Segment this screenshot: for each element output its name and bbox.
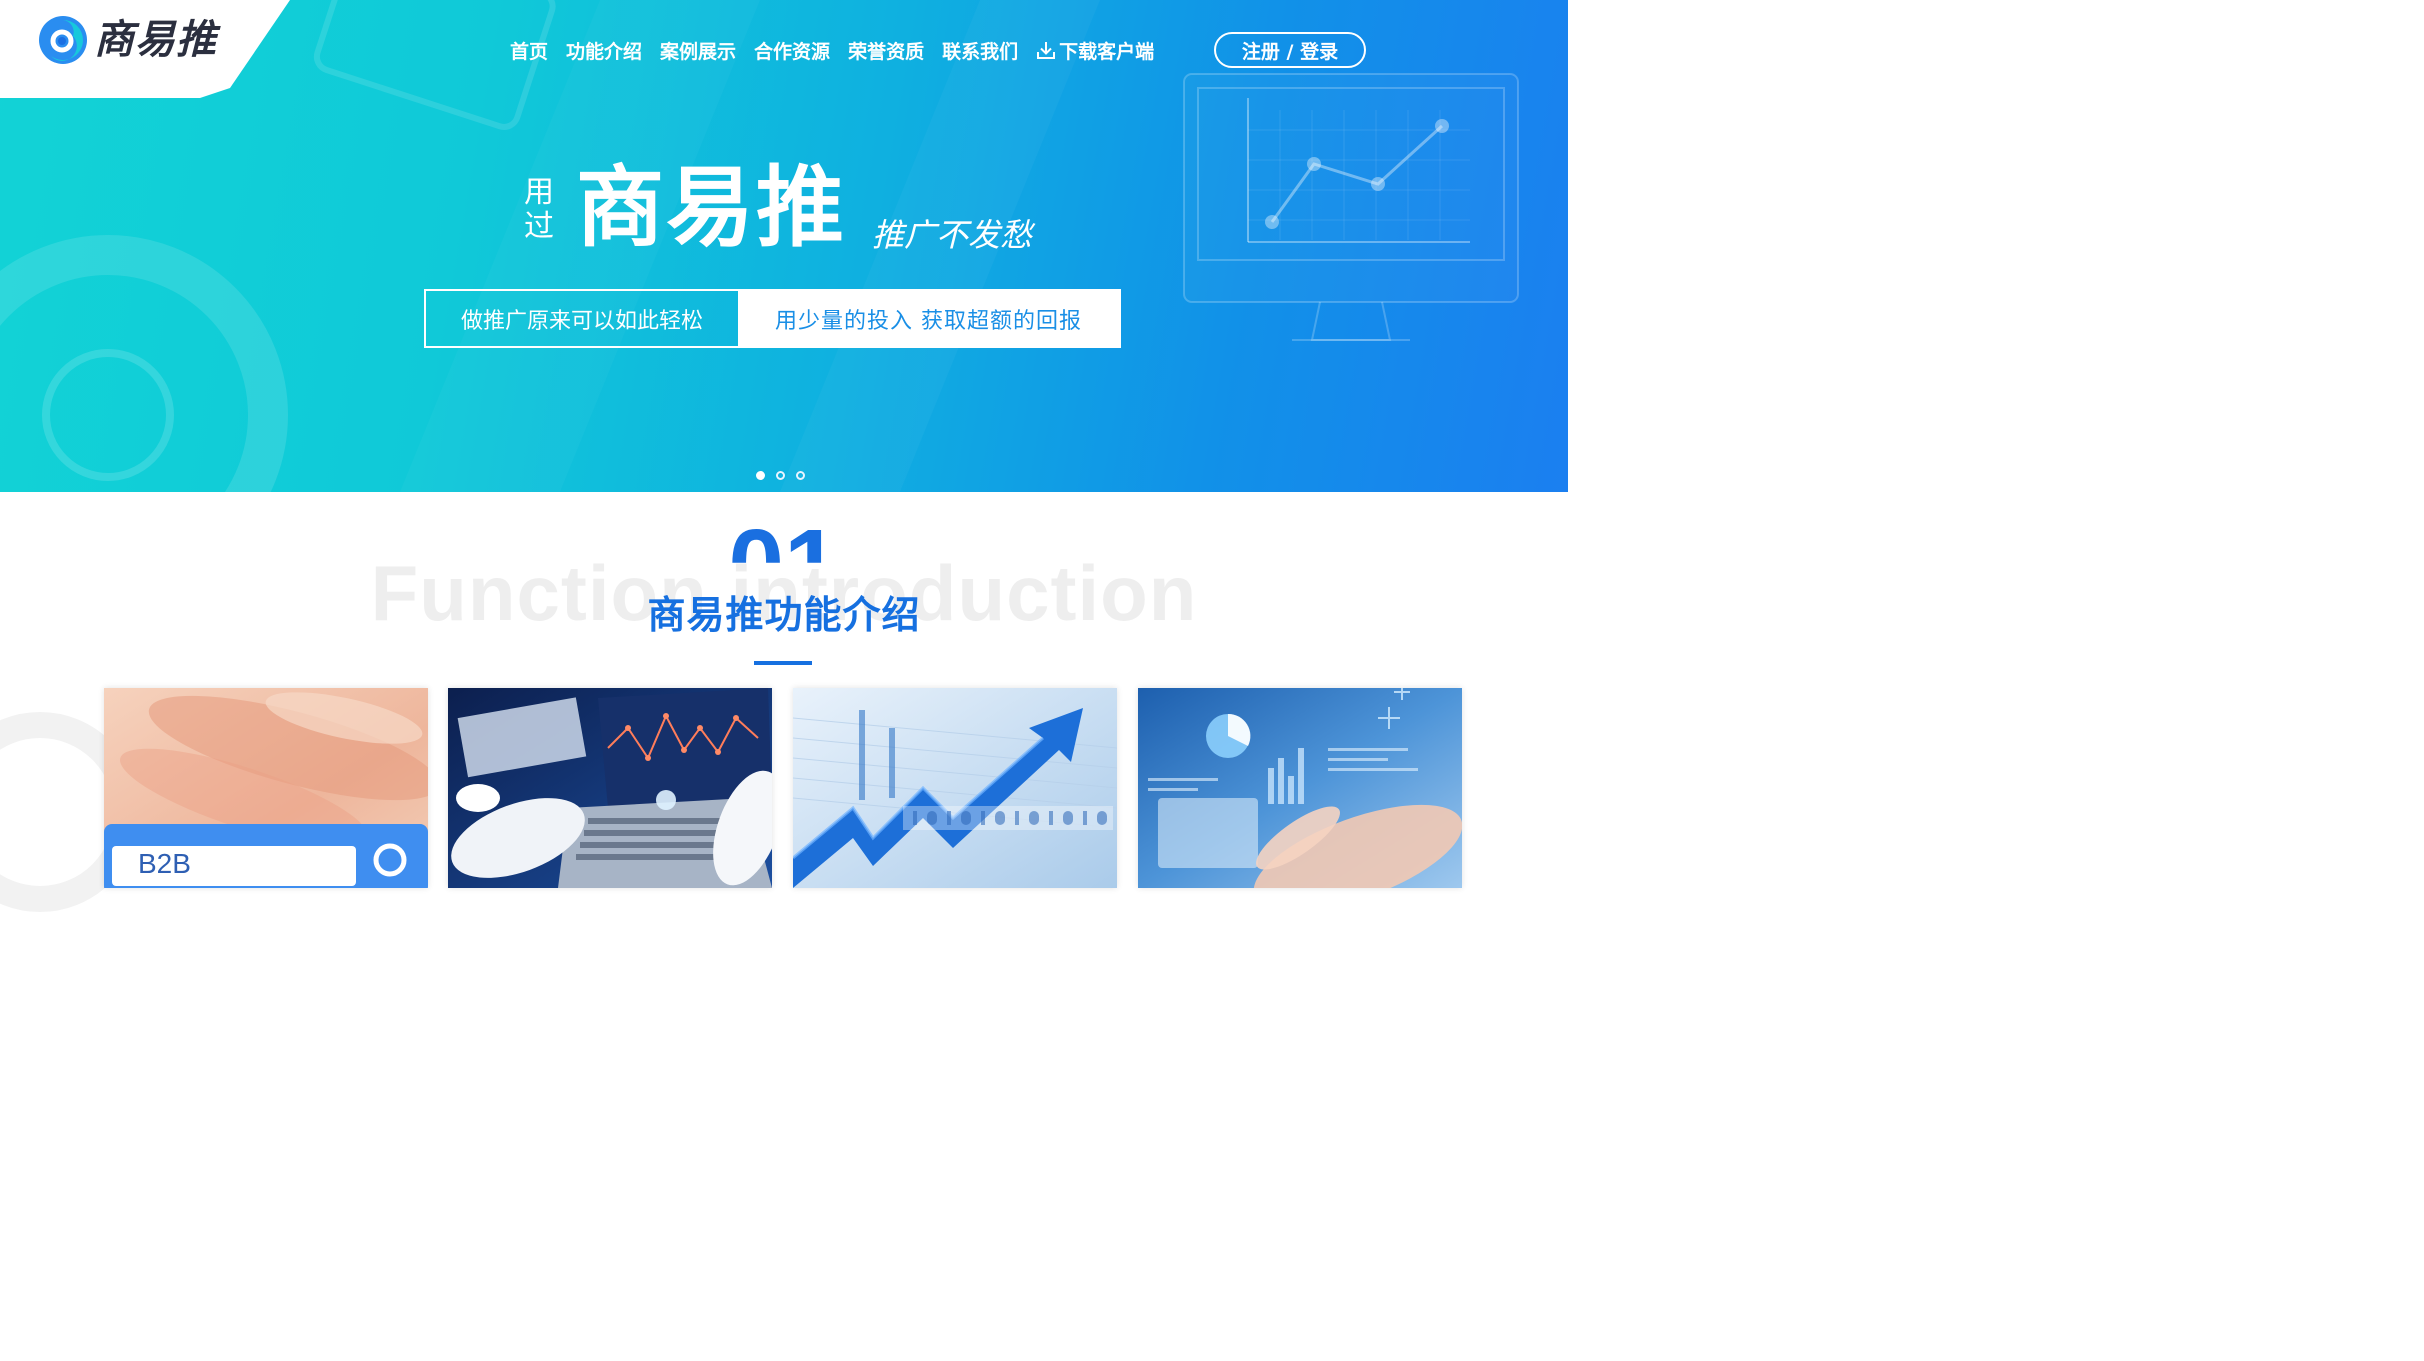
carousel-dot-2[interactable]: [776, 471, 785, 480]
carousel-dot-3[interactable]: [796, 471, 805, 480]
hero-slogan-prefix: 用过: [524, 175, 554, 244]
feature-card-4[interactable]: [1138, 688, 1462, 888]
section-title-underline: [754, 661, 812, 665]
monitor-chart-illustration: [1183, 73, 1519, 341]
feature-card-image-analytics: [1138, 688, 1462, 888]
nav-item-contact[interactable]: 联系我们: [942, 37, 1018, 64]
hero-tagline-left: 做推广原来可以如此轻松: [460, 308, 703, 334]
nav-item-home[interactable]: 首页: [510, 37, 548, 64]
feature-card-1-label: B2B: [138, 848, 191, 879]
brand-logo-icon[interactable]: [37, 14, 89, 66]
carousel-dot-1[interactable]: [756, 471, 765, 480]
hero-tagline-right: 用少量的投入 获取超额的回报: [738, 291, 1119, 346]
hero-slogan-suffix: 推广不发愁: [872, 216, 1033, 254]
feature-card-2[interactable]: [448, 688, 772, 888]
section-title: 商易推功能介绍: [647, 593, 921, 637]
nav-item-partners[interactable]: 合作资源: [754, 37, 830, 64]
hero-slogan-brand: 商易推: [576, 156, 847, 259]
nav-item-download[interactable]: 下载客户端: [1036, 37, 1154, 64]
feature-card-image-growth-arrow: [793, 688, 1117, 888]
brand-logo-text[interactable]: 商易推: [94, 14, 217, 66]
hero-banner: 商易推 首页 功能介绍 案例展示 合作资源 荣誉资质 联系我们 下载客户端 注册…: [0, 0, 1568, 492]
main-nav: 首页 功能介绍 案例展示 合作资源 荣誉资质 联系我们 下载客户端: [510, 30, 1172, 70]
nav-item-honors[interactable]: 荣誉资质: [848, 37, 924, 64]
carousel-indicators: [756, 471, 816, 480]
feature-card-3[interactable]: [793, 688, 1117, 888]
register-login-button[interactable]: 注册 / 登录: [1214, 32, 1366, 68]
download-icon: [1037, 42, 1056, 59]
feature-card-image-laptop-chart: [448, 688, 772, 888]
nav-item-download-label: 下载客户端: [1059, 40, 1155, 63]
hero-tagline-box: 做推广原来可以如此轻松 用少量的投入 获取超额的回报: [424, 289, 1121, 348]
feature-card-1[interactable]: B2B: [104, 688, 428, 888]
nav-item-cases[interactable]: 案例展示: [660, 37, 736, 64]
nav-item-features[interactable]: 功能介绍: [566, 37, 642, 64]
